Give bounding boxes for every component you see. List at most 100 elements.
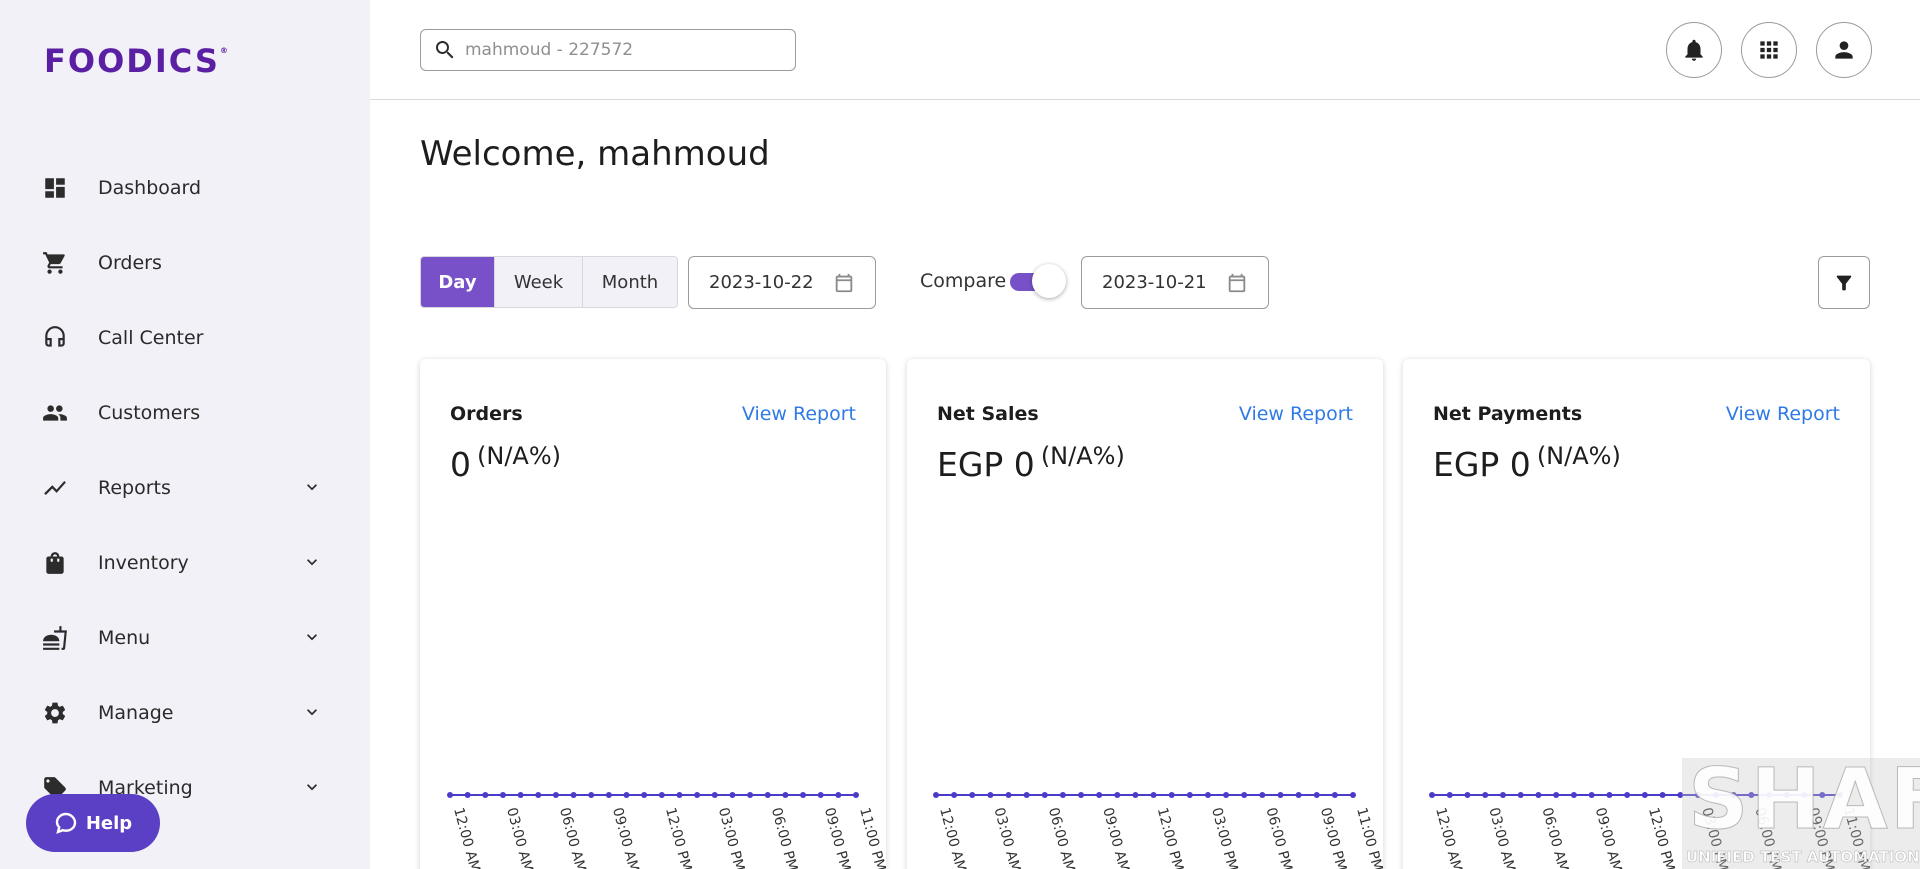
data-point[interactable] — [747, 792, 754, 798]
tab-week[interactable]: Week — [495, 257, 583, 307]
data-point[interactable] — [764, 792, 771, 798]
filter-button[interactable] — [1818, 256, 1870, 309]
data-point[interactable] — [1624, 792, 1631, 798]
data-point[interactable] — [1570, 792, 1577, 798]
card-title: Net Sales — [937, 403, 1039, 425]
data-point[interactable] — [1659, 792, 1666, 798]
data-point[interactable] — [1535, 792, 1542, 798]
data-point[interactable] — [800, 792, 807, 798]
date-picker[interactable]: 2023-10-22 — [688, 256, 876, 309]
help-button[interactable]: Help — [26, 794, 160, 852]
data-point[interactable] — [1350, 792, 1356, 798]
data-point[interactable] — [1464, 792, 1471, 798]
compare-toggle[interactable] — [1010, 264, 1066, 298]
data-point[interactable] — [782, 792, 789, 798]
data-point[interactable] — [1168, 792, 1175, 798]
help-label: Help — [85, 812, 133, 834]
view-report-link[interactable]: View Report — [1726, 403, 1840, 425]
sidebar-item-menu[interactable]: Menu — [0, 600, 370, 675]
data-point[interactable] — [535, 792, 542, 798]
data-point[interactable] — [499, 792, 506, 798]
compare-date-picker[interactable]: 2023-10-21 — [1081, 256, 1269, 309]
data-point[interactable] — [711, 792, 718, 798]
data-point[interactable] — [1499, 792, 1506, 798]
data-point[interactable] — [447, 792, 453, 798]
x-tick-label: 09:00 AM — [1592, 806, 1625, 869]
data-point[interactable] — [482, 792, 489, 798]
chevron-down-icon[interactable] — [302, 702, 322, 722]
data-point[interactable] — [1186, 792, 1193, 798]
data-point[interactable] — [1313, 792, 1320, 798]
data-point[interactable] — [570, 792, 577, 798]
data-point[interactable] — [1588, 792, 1595, 798]
chevron-down-icon[interactable] — [302, 552, 322, 572]
data-point[interactable] — [933, 792, 939, 798]
data-point[interactable] — [552, 792, 559, 798]
data-point[interactable] — [694, 792, 701, 798]
data-point[interactable] — [1041, 792, 1048, 798]
data-point[interactable] — [1295, 792, 1302, 798]
sidebar-item-label: Orders — [98, 251, 162, 274]
data-point[interactable] — [1241, 792, 1248, 798]
data-point[interactable] — [1429, 792, 1435, 798]
data-point[interactable] — [1606, 792, 1613, 798]
data-point[interactable] — [1641, 792, 1648, 798]
data-point[interactable] — [605, 792, 612, 798]
data-point[interactable] — [951, 792, 958, 798]
data-point[interactable] — [1446, 792, 1453, 798]
sidebar-item-manage[interactable]: Manage — [0, 675, 370, 750]
sidebar-item-dashboard[interactable]: Dashboard — [0, 150, 370, 225]
data-point[interactable] — [1482, 792, 1489, 798]
data-point[interactable] — [817, 792, 824, 798]
data-point[interactable] — [969, 792, 976, 798]
net-sales-card: Net Sales View Report EGP 0 (N/A%) 12:00 … — [907, 359, 1383, 869]
chevron-down-icon[interactable] — [302, 627, 322, 647]
data-point[interactable] — [1150, 792, 1157, 798]
chevron-down-icon[interactable] — [302, 477, 322, 497]
data-point[interactable] — [658, 792, 665, 798]
data-point[interactable] — [1277, 792, 1284, 798]
sidebar-item-reports[interactable]: Reports — [0, 450, 370, 525]
foodics-logo[interactable]: FOODICS® — [44, 42, 228, 80]
data-point[interactable] — [1331, 792, 1338, 798]
view-report-link[interactable]: View Report — [742, 403, 856, 425]
value-percent: (N/A%) — [477, 442, 561, 470]
data-point[interactable] — [1078, 792, 1085, 798]
data-point[interactable] — [1553, 792, 1560, 798]
search-input[interactable] — [465, 40, 785, 60]
sidebar-item-call-center[interactable]: Call Center — [0, 300, 370, 375]
data-point[interactable] — [464, 792, 471, 798]
data-point[interactable] — [1204, 792, 1211, 798]
notifications-button[interactable] — [1666, 22, 1722, 78]
apps-button[interactable] — [1741, 22, 1797, 78]
profile-button[interactable] — [1816, 22, 1872, 78]
data-point[interactable] — [623, 792, 630, 798]
data-point[interactable] — [588, 792, 595, 798]
data-point[interactable] — [1059, 792, 1066, 798]
data-point[interactable] — [641, 792, 648, 798]
x-tick-label: 09:00 AM — [1099, 806, 1132, 869]
chevron-down-icon[interactable] — [302, 777, 322, 797]
data-point[interactable] — [1023, 792, 1030, 798]
data-point[interactable] — [835, 792, 842, 798]
data-point[interactable] — [987, 792, 994, 798]
data-point[interactable] — [1114, 792, 1121, 798]
view-report-link[interactable]: View Report — [1239, 403, 1353, 425]
data-point[interactable] — [676, 792, 683, 798]
sidebar-item-inventory[interactable]: Inventory — [0, 525, 370, 600]
data-point[interactable] — [1517, 792, 1524, 798]
data-point[interactable] — [1005, 792, 1012, 798]
data-point[interactable] — [1259, 792, 1266, 798]
value-percent: (N/A%) — [1536, 442, 1621, 470]
tab-month[interactable]: Month — [583, 257, 677, 307]
data-point[interactable] — [729, 792, 736, 798]
sidebar-item-orders[interactable]: Orders — [0, 225, 370, 300]
data-point[interactable] — [1132, 792, 1139, 798]
data-point[interactable] — [517, 792, 524, 798]
data-point[interactable] — [1223, 792, 1230, 798]
data-point[interactable] — [853, 792, 859, 798]
search-box[interactable] — [420, 29, 796, 71]
sidebar-item-customers[interactable]: Customers — [0, 375, 370, 450]
tab-day[interactable]: Day — [421, 257, 495, 307]
data-point[interactable] — [1096, 792, 1103, 798]
